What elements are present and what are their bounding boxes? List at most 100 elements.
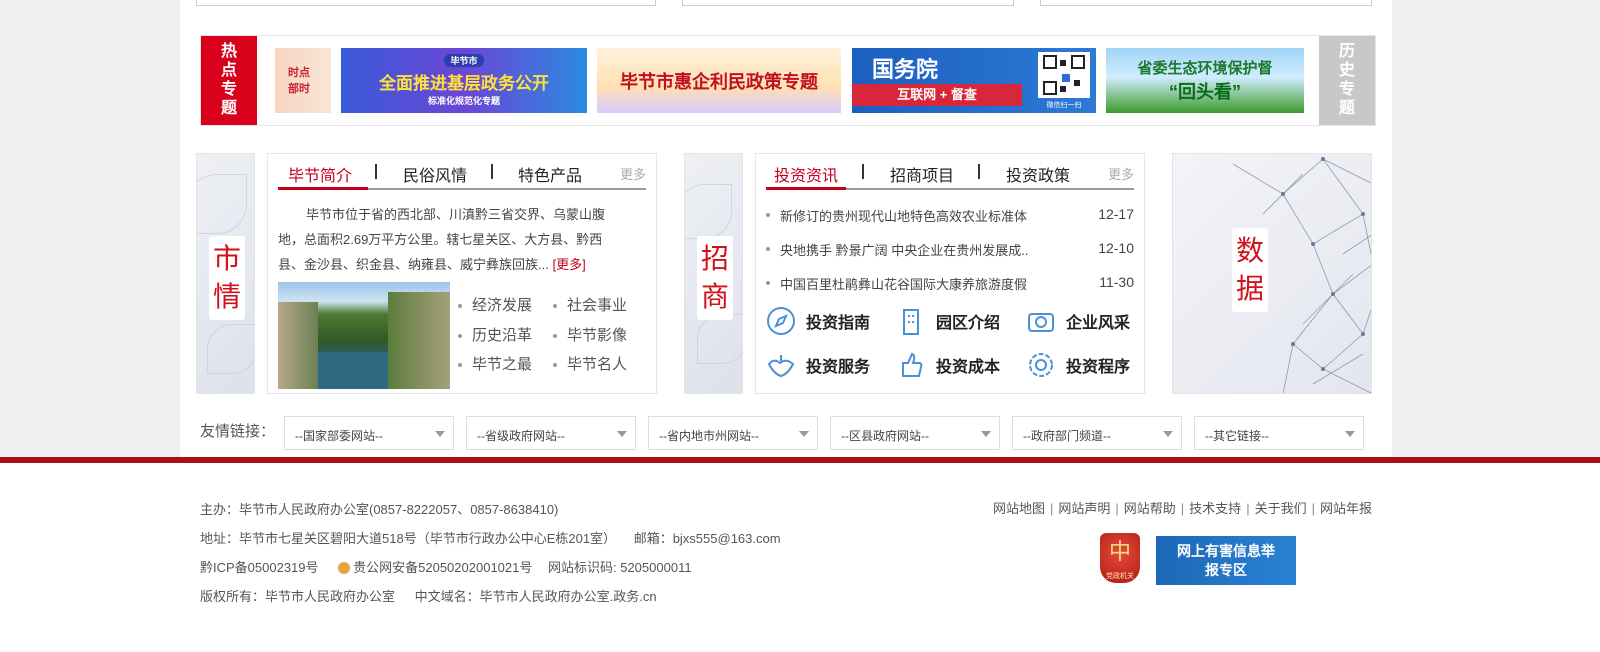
footer-link-statement[interactable]: 网站声明 — [1058, 501, 1110, 516]
emblem-char: 中 — [1108, 540, 1131, 565]
bullet-icon — [766, 281, 770, 285]
link-label: 毕节之最 — [472, 356, 533, 373]
banner-state-council[interactable]: 国务院 互联网 + 督查 微信扫一扫 — [852, 48, 1096, 113]
select-value: --国家部委网站-- — [295, 429, 383, 443]
market-panel: 毕节简介 民俗风情 特色产品 更多 毕节市位于省的西北部、川滇黔三省交界、乌蒙山… — [267, 153, 657, 394]
history-topics-label-text: 历史专题 — [1339, 43, 1356, 117]
tab-invest-news[interactable]: 投资资讯 — [774, 162, 838, 186]
invest-tag: 招商 — [697, 236, 733, 320]
shortcut-invest-service[interactable]: 投资服务 — [766, 350, 870, 380]
banner-partial-text: 时点 部时 — [288, 66, 310, 95]
more-link[interactable]: 更多 — [1108, 164, 1134, 183]
select-other-links[interactable]: --其它链接-- — [1194, 416, 1364, 450]
qr-note: 微信扫一扫 — [1046, 102, 1082, 109]
banner-subtitle: “回头看” — [1169, 82, 1241, 102]
link-economy[interactable]: 经济发展 — [458, 294, 532, 315]
link-bests[interactable]: 毕节之最 — [458, 353, 532, 374]
link-celebrities[interactable]: 毕节名人 — [553, 353, 627, 374]
footer-link-annual-report[interactable]: 网站年报 — [1320, 501, 1372, 516]
footer-icp[interactable]: 黔ICP备05002319号 — [200, 560, 319, 575]
banner-gov-affairs-open[interactable]: 毕节市 全面推进基层政务公开 标准化规范化专题 — [341, 48, 587, 113]
banner-title: 省委生态环境保护督 — [1137, 60, 1273, 77]
banner-eco-inspection[interactable]: 省委生态环境保护督 “回头看” — [1106, 48, 1304, 113]
active-tab-indicator — [278, 187, 368, 190]
top-box-middle — [682, 0, 1014, 6]
link-images[interactable]: 毕节影像 — [553, 324, 627, 345]
building-icon — [903, 309, 919, 335]
bullet-icon — [458, 334, 462, 339]
shortcut-label: 企业风采 — [1066, 315, 1131, 332]
news-item[interactable]: 新修订的贵州现代山地特色高效农业标准体 12-17 — [766, 206, 1134, 226]
news-date: 12-17 — [1098, 206, 1134, 222]
banner-partial[interactable]: 时点 部时 — [275, 48, 331, 113]
history-topics-label[interactable]: 历史专题 — [1319, 36, 1375, 125]
party-gov-emblem-icon[interactable]: 中 党政机关 — [1100, 533, 1140, 583]
banner-subtitle: 互联网 + 督查 — [852, 84, 1022, 106]
link-label: 社会事业 — [567, 297, 628, 314]
tab-separator — [491, 164, 493, 179]
news-item[interactable]: 央地携手 黔景广阔 中央企业在贵州发展成.. 12-10 — [766, 240, 1134, 260]
select-county-gov[interactable]: --区县政府网站-- — [830, 416, 1000, 450]
footer-link-tech-support[interactable]: 技术支持 — [1189, 501, 1241, 516]
main-content: 热点专题 时点 部时 毕节市 全面推进基层政务公开 标准化规范化专题 毕节市惠企… — [180, 0, 1392, 470]
footer-address-line: 地址：毕节市七星关区碧阳大道518号（毕节市行政办公中心E栋201室） 邮箱：b… — [200, 528, 781, 547]
shortcut-park-intro[interactable]: 园区介绍 — [896, 306, 1000, 336]
tab-folk-customs[interactable]: 民俗风情 — [403, 162, 467, 186]
more-link[interactable]: 更多 — [620, 164, 646, 183]
landscape-photo[interactable] — [278, 282, 450, 389]
market-side-panel[interactable]: 市情 — [196, 153, 255, 394]
intro-paragraph: 毕节市位于省的西北部、川滇黔三省交界、乌蒙山腹地，总面积2.69万平方公里。辖七… — [278, 202, 628, 277]
tab-bijie-intro[interactable]: 毕节简介 — [288, 162, 352, 186]
shortcut-invest-procedure[interactable]: 投资程序 — [1026, 350, 1130, 380]
select-gov-departments[interactable]: --政府部门频道-- — [1012, 416, 1182, 450]
footer-host: 主办：毕节市人民政府办公室(0857-8222057、0857-8638410) — [200, 502, 559, 517]
link-label: 经济发展 — [472, 297, 533, 314]
select-national-ministries[interactable]: --国家部委网站-- — [284, 416, 454, 450]
bullet-icon — [458, 304, 462, 309]
footer-link-help[interactable]: 网站帮助 — [1124, 501, 1176, 516]
shortcut-label: 投资程序 — [1066, 359, 1131, 376]
data-tag: 数据 — [1232, 228, 1268, 312]
harmful-info-report-button[interactable]: 网上有害信息举报专区 — [1156, 536, 1296, 585]
data-panel[interactable]: 数据 — [1172, 153, 1372, 394]
tab-invest-projects[interactable]: 招商项目 — [890, 162, 954, 186]
footer-copyright: 版权所有：毕节市人民政府办公室 — [200, 589, 396, 604]
bullet-icon — [553, 363, 557, 368]
camera-icon — [1028, 313, 1054, 332]
tab-invest-policies[interactable]: 投资政策 — [1006, 162, 1070, 186]
active-tab-indicator — [766, 187, 846, 190]
footer-police-record[interactable]: 贵公网安备52050202001021号 — [338, 560, 532, 575]
shortcut-label: 园区介绍 — [936, 315, 1001, 332]
select-value: --省内地市州网站-- — [659, 429, 759, 443]
shortcut-invest-guide[interactable]: 投资指南 — [766, 306, 870, 336]
emblem-sub: 党政机关 — [1106, 572, 1134, 580]
select-prefecture-sites[interactable]: --省内地市州网站-- — [648, 416, 818, 450]
invest-tabs: 投资资讯 招商项目 投资政策 更多 — [766, 154, 1134, 190]
chevron-down-icon — [1163, 431, 1173, 437]
shortcut-invest-cost[interactable]: 投资成本 — [896, 350, 1000, 380]
shortcut-enterprise-style[interactable]: 企业风采 — [1026, 306, 1130, 336]
invest-side-panel[interactable]: 招商 — [684, 153, 743, 394]
cliff-left — [278, 302, 318, 389]
market-tabs: 毕节简介 民俗风情 特色产品 更多 — [278, 154, 646, 190]
select-value: --省级政府网站-- — [477, 429, 565, 443]
shortcut-label: 投资成本 — [936, 359, 1001, 376]
report-text: 网上有害信息举报专区 — [1177, 543, 1275, 578]
footer-site-id: 网站标识码: 5205000011 — [548, 560, 692, 575]
hot-topics-label[interactable]: 热点专题 — [201, 36, 257, 125]
chevron-down-icon — [1345, 431, 1355, 437]
link-history[interactable]: 历史沿革 — [458, 324, 532, 345]
news-date: 12-10 — [1098, 240, 1134, 256]
footer-domain: 中文域名：毕节市人民政府办公室.政务.cn — [414, 589, 657, 604]
qr-code-icon — [1038, 52, 1090, 98]
footer-link-sitemap[interactable]: 网站地图 — [993, 501, 1045, 516]
link-society[interactable]: 社会事业 — [553, 294, 627, 315]
banner-tag: 毕节市 — [444, 54, 484, 67]
banner-title: 毕节市惠企利民政策专题 — [620, 71, 818, 92]
banner-enterprise-policy[interactable]: 毕节市惠企利民政策专题 — [597, 48, 841, 113]
tab-special-products[interactable]: 特色产品 — [518, 162, 582, 186]
footer-link-about[interactable]: 关于我们 — [1255, 501, 1307, 516]
intro-more-link[interactable]: [更多] — [552, 257, 585, 272]
select-provincial-gov[interactable]: --省级政府网站-- — [466, 416, 636, 450]
news-item[interactable]: 中国百里杜鹃彝山花谷国际大康养旅游度假 11-30 — [766, 274, 1134, 294]
